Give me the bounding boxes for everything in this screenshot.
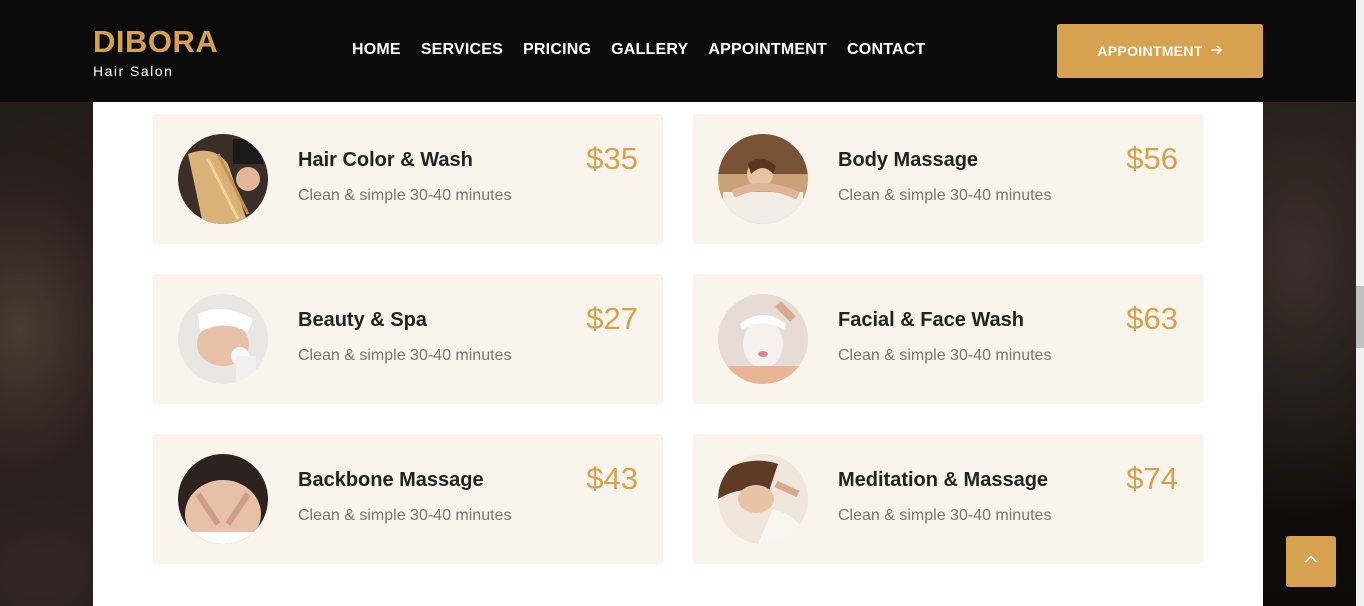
nav-contact[interactable]: CONTACT (847, 41, 925, 59)
service-title: Body Massage (838, 149, 979, 171)
service-price: $35 (586, 141, 638, 176)
service-description: Clean & simple 30-40 minutes (298, 347, 512, 364)
scroll-to-top-button[interactable] (1286, 536, 1336, 587)
nav-gallery[interactable]: GALLERY (611, 41, 688, 59)
service-title: Beauty & Spa (298, 309, 427, 331)
appointment-button-label: APPOINTMENT (1097, 43, 1203, 59)
service-price: $27 (586, 301, 638, 336)
meditation-massage-photo (718, 454, 808, 544)
page-scrollbar[interactable] (1356, 0, 1364, 606)
hair-color-photo (178, 134, 268, 224)
service-description: Clean & simple 30-40 minutes (838, 347, 1052, 364)
nav-services[interactable]: SERVICES (421, 41, 503, 59)
service-description: Clean & simple 30-40 minutes (838, 187, 1052, 204)
service-title: Hair Color & Wash (298, 149, 473, 171)
nav-appointment[interactable]: APPOINTMENT (708, 41, 827, 59)
service-description: Clean & simple 30-40 minutes (298, 187, 512, 204)
service-price: $74 (1126, 461, 1178, 496)
pricing-card: Beauty & Spa Clean & simple 30-40 minute… (153, 274, 663, 404)
body-massage-photo (718, 134, 808, 224)
chevron-up-icon (1303, 551, 1319, 572)
logo-name[interactable]: DIBORA (93, 24, 218, 60)
service-price: $56 (1126, 141, 1178, 176)
pricing-card: Body Massage Clean & simple 30-40 minute… (693, 114, 1203, 244)
service-price: $43 (586, 461, 638, 496)
main-nav: HOME SERVICES PRICING GALLERY APPOINTMEN… (352, 41, 925, 59)
pricing-grid: Hair Color & Wash Clean & simple 30-40 m… (153, 114, 1203, 564)
beauty-spa-photo (178, 294, 268, 384)
site-header: DIBORA Hair Salon HOME SERVICES PRICING … (0, 0, 1356, 102)
service-title: Backbone Massage (298, 469, 484, 491)
service-description: Clean & simple 30-40 minutes (838, 507, 1052, 524)
nav-pricing[interactable]: PRICING (523, 41, 591, 59)
pricing-panel: Hair Color & Wash Clean & simple 30-40 m… (93, 102, 1263, 606)
logo-tagline: Hair Salon (93, 63, 174, 79)
facial-mask-photo (718, 294, 808, 384)
service-description: Clean & simple 30-40 minutes (298, 507, 512, 524)
pricing-card: Facial & Face Wash Clean & simple 30-40 … (693, 274, 1203, 404)
service-title: Meditation & Massage (838, 469, 1049, 491)
scrollbar-thumb[interactable] (1356, 286, 1364, 348)
service-price: $63 (1126, 301, 1178, 336)
nav-home[interactable]: HOME (352, 41, 401, 59)
pricing-card: Backbone Massage Clean & simple 30-40 mi… (153, 434, 663, 564)
service-title: Facial & Face Wash (838, 309, 1024, 331)
arrow-right-icon (1210, 43, 1223, 59)
pricing-card: Hair Color & Wash Clean & simple 30-40 m… (153, 114, 663, 244)
pricing-card: Meditation & Massage Clean & simple 30-4… (693, 434, 1203, 564)
appointment-button[interactable]: APPOINTMENT (1057, 24, 1263, 78)
back-massage-photo (178, 454, 268, 544)
